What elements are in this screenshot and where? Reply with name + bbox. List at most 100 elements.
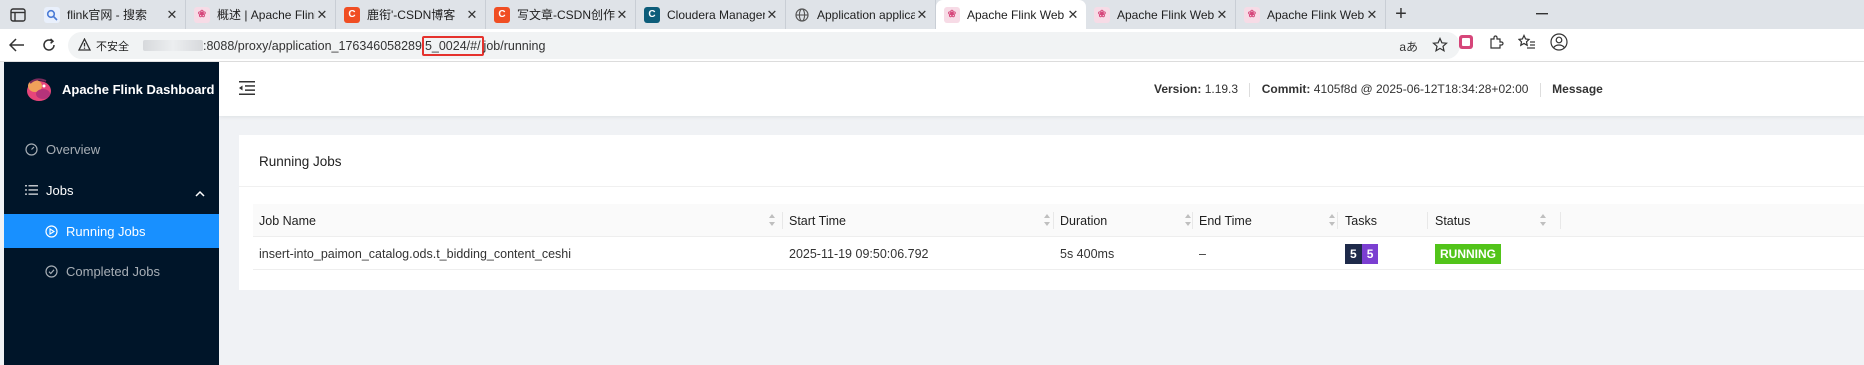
new-tab-button[interactable]: + [1386, 0, 1416, 29]
column-header-status[interactable]: Status [1435, 204, 1555, 237]
sidebar-item-running-jobs[interactable]: Running Jobs [4, 214, 219, 248]
browser-tab[interactable]: C 鹿衔'-CSDN博客 ✕ [336, 0, 486, 29]
sort-icon[interactable] [1184, 213, 1192, 227]
sidebar-item-label: Running Jobs [66, 223, 146, 239]
browser-tab[interactable]: ❀ Apache Flink Web Dash ✕ [1236, 0, 1386, 29]
flink-favicon-icon: ❀ [944, 6, 960, 23]
sort-icon[interactable] [1043, 213, 1051, 227]
divider [239, 186, 1864, 187]
sidebar-item-label: Jobs [46, 182, 74, 198]
browser-tab[interactable]: C Cloudera Manager ✕ [636, 0, 786, 29]
table-row[interactable]: insert-into_paimon_catalog.ods.t_bidding… [253, 237, 1864, 270]
tasks-cell: 55 [1345, 237, 1379, 270]
url-highlight: 5_0024/#/ [421, 35, 484, 56]
tab-title: 概述 | Apache Flink --- n [217, 8, 315, 22]
close-tab-icon[interactable]: ✕ [315, 7, 329, 22]
sidebar-item-overview[interactable]: Overview [4, 132, 219, 166]
browser-tab[interactable]: ❀ Apache Flink Web Dash ✕ [1086, 0, 1236, 29]
menu-fold-icon[interactable] [239, 81, 255, 98]
read-aloud-icon[interactable]: aあ [1399, 38, 1418, 55]
message-label: Message [1552, 82, 1603, 96]
column-divider [1337, 212, 1338, 229]
back-button[interactable] [2, 30, 32, 60]
column-header-tasks: Tasks [1345, 204, 1425, 237]
close-tab-icon[interactable]: ✕ [165, 7, 179, 22]
tab-title: Cloudera Manager [667, 7, 765, 22]
url-part-2: job/running [483, 38, 546, 53]
brand[interactable]: Apache Flink Dashboard [24, 74, 214, 104]
column-header-start-time[interactable]: Start Time [789, 204, 1059, 237]
tab-title: 鹿衔'-CSDN博客 [367, 8, 456, 22]
favorites-icon[interactable] [1517, 34, 1536, 53]
tab-actions-menu-icon[interactable] [0, 0, 36, 29]
card-title: Running Jobs [259, 154, 342, 169]
globe-favicon-icon [794, 7, 810, 23]
sort-icon[interactable] [1328, 213, 1336, 227]
sidebar-item-completed-jobs[interactable]: Completed Jobs [4, 254, 219, 288]
divider [1539, 82, 1541, 97]
sidebar-item-label: Completed Jobs [66, 263, 160, 279]
sidebar: Apache Flink Dashboard Overview Jobs Run… [4, 62, 219, 365]
close-tab-icon[interactable]: ✕ [915, 7, 929, 22]
commit-value: 4105f8d @ 2025-06-12T18:34:28+02:00 [1313, 82, 1529, 96]
column-header-end-time[interactable]: End Time [1199, 204, 1344, 237]
status-badge: RUNNING [1435, 243, 1501, 264]
start-time-cell: 2025-11-19 09:50:06.792 [789, 246, 929, 261]
running-jobs-card: Running Jobs Job Name Start Time Duratio… [239, 135, 1864, 290]
browser-tab[interactable]: Application application ✕ [786, 0, 936, 29]
minimize-window-icon[interactable] [1532, 4, 1552, 24]
favorite-star-icon[interactable] [1432, 37, 1448, 56]
browser-tab[interactable]: ❀ 概述 | Apache Flink --- n ✕ [186, 0, 336, 29]
column-label: Start Time [789, 213, 846, 228]
column-divider [1053, 212, 1054, 229]
tab-title: Apache Flink Web Dash [967, 7, 1066, 22]
extensions-puzzle-icon[interactable] [1488, 34, 1504, 53]
column-divider [1560, 212, 1561, 229]
dashboard-icon [24, 142, 38, 156]
column-header-job-name[interactable]: Job Name [259, 204, 784, 237]
extension-icon[interactable] [1458, 34, 1474, 53]
url-text[interactable]: :8088/proxy/application_176346058289 5_00… [203, 35, 546, 56]
check-circle-icon [44, 264, 58, 278]
close-tab-icon[interactable]: ✕ [1215, 7, 1229, 22]
browser-tab[interactable]: C 写文章-CSDN创作中心 ✕ [486, 0, 636, 29]
browser-tab-active[interactable]: ❀ Apache Flink Web Dash ✕ [936, 0, 1086, 29]
flink-favicon-icon: ❀ [194, 6, 210, 23]
address-bar[interactable]: 不安全 :8088/proxy/application_176346058289… [68, 32, 1460, 59]
warning-icon[interactable] [77, 37, 92, 54]
chevron-up-icon [195, 185, 205, 200]
sidebar-item-jobs[interactable]: Jobs [4, 173, 219, 207]
job-name-cell[interactable]: insert-into_paimon_catalog.ods.t_bidding… [259, 237, 571, 270]
column-header-duration[interactable]: Duration [1060, 204, 1200, 237]
sort-icon[interactable] [768, 213, 776, 227]
column-label: Duration [1060, 213, 1108, 228]
reload-button[interactable] [34, 30, 64, 60]
column-label: Tasks [1345, 213, 1377, 228]
redacted-host [143, 40, 203, 51]
tab-title: 写文章-CSDN创作中心 [517, 8, 615, 22]
csdn-favicon-icon: C [344, 6, 360, 23]
sort-icon[interactable] [1539, 213, 1547, 227]
app-header: Version: 1.19.3 Commit: 4105f8d @ 2025-0… [219, 62, 1864, 116]
profile-icon[interactable] [1550, 33, 1568, 54]
commit-label: Commit: [1261, 82, 1311, 96]
close-tab-icon[interactable]: ✕ [1066, 7, 1080, 22]
column-label: Status [1435, 213, 1471, 228]
play-circle-icon [44, 224, 58, 238]
tab-title: Apache Flink Web Dash [1267, 7, 1365, 22]
close-tab-icon[interactable]: ✕ [615, 7, 629, 22]
column-label: Job Name [259, 213, 316, 228]
flink-favicon-icon: ❀ [1244, 6, 1260, 23]
version-value: 1.19.3 [1204, 82, 1239, 96]
end-time-cell: – [1199, 246, 1206, 261]
close-tab-icon[interactable]: ✕ [765, 7, 779, 22]
security-label[interactable]: 不安全 [96, 38, 129, 54]
tab-title: Application application [817, 7, 915, 22]
browser-tab[interactable]: flink官网 - 搜索 ✕ [36, 0, 186, 29]
close-tab-icon[interactable]: ✕ [1365, 7, 1379, 22]
divider [1249, 82, 1251, 97]
tasks-running-badge: 5 [1361, 243, 1379, 264]
tab-title: Apache Flink Web Dash [1117, 7, 1215, 22]
tasks-total-badge: 5 [1345, 243, 1362, 264]
close-tab-icon[interactable]: ✕ [465, 7, 479, 22]
